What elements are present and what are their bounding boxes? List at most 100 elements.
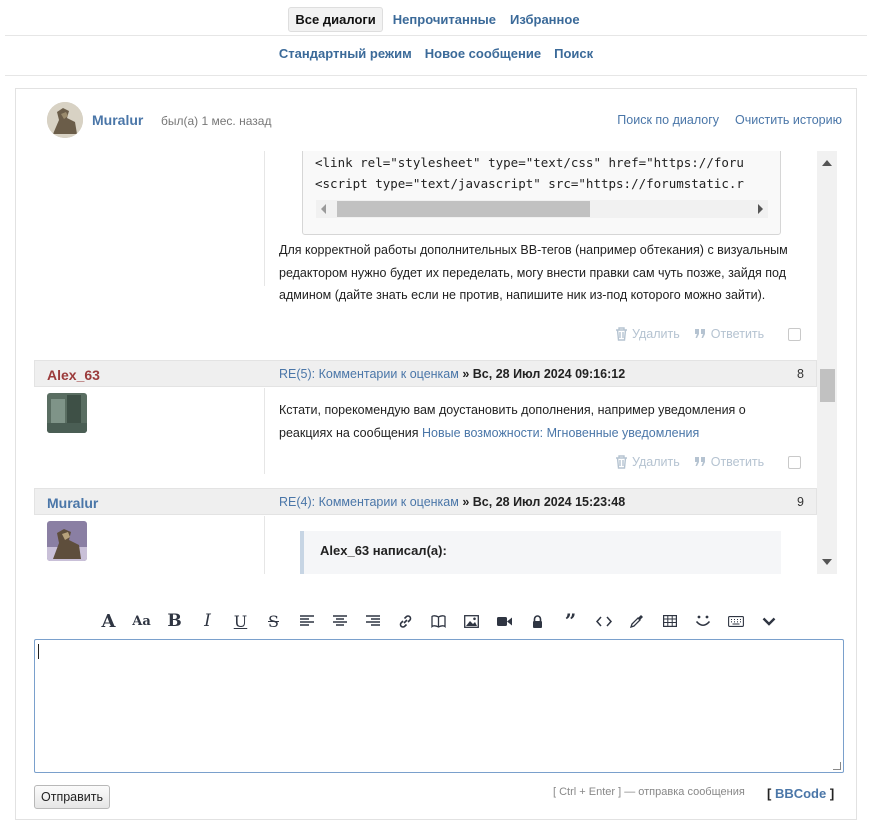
italic-icon[interactable]: I <box>191 609 224 633</box>
message-divider <box>264 151 265 286</box>
message-divider <box>264 516 265 574</box>
bbcode-label[interactable]: BBCode <box>775 786 826 801</box>
dialog-user-name[interactable]: Muralur <box>92 112 143 128</box>
code-line: <script type="text/javascript" src="http… <box>315 176 744 191</box>
author-name[interactable]: Alex_63 <box>47 367 100 383</box>
delete-label: Удалить <box>632 327 680 341</box>
reply-button[interactable]: Ответить <box>694 455 764 469</box>
new-message-link[interactable]: Новое сообщение <box>425 46 541 61</box>
search-link[interactable]: Поиск <box>554 46 593 61</box>
avatar[interactable] <box>47 102 83 138</box>
message-actions: Удалить Ответить <box>615 327 802 341</box>
delete-button[interactable]: Удалить <box>615 455 680 469</box>
align-right-icon[interactable] <box>356 609 389 633</box>
message-date: Вс, 28 Июл 2024 09:16:12 <box>472 367 626 381</box>
avatar[interactable] <box>47 521 87 561</box>
delete-button[interactable]: Удалить <box>615 327 680 341</box>
text-line: реакциях на сообщения <box>279 425 422 440</box>
color-picker-icon[interactable] <box>620 609 653 633</box>
date-separator: » <box>458 495 473 509</box>
scroll-right-icon[interactable] <box>758 204 763 214</box>
book-icon[interactable] <box>422 609 455 633</box>
messages-viewport: <link rel="stylesheet" type="text/css" h… <box>34 151 817 574</box>
image-icon[interactable] <box>455 609 488 633</box>
standard-mode-link[interactable]: Стандартный режим <box>279 46 412 61</box>
horizontal-scrollbar[interactable] <box>316 200 768 218</box>
text-caret <box>38 644 39 659</box>
code-block: <link rel="stylesheet" type="text/css" h… <box>302 151 781 235</box>
message-textarea[interactable] <box>34 639 844 773</box>
select-checkbox[interactable] <box>788 455 802 469</box>
dialog-tabs: Все диалоги Непрочитанные Избранное <box>0 5 872 33</box>
code-icon[interactable] <box>587 609 620 633</box>
bracket: [ <box>767 786 775 801</box>
resize-handle[interactable] <box>833 762 841 770</box>
align-left-icon[interactable] <box>290 609 323 633</box>
mode-links: Стандартный режим Новое сообщение Поиск <box>0 46 872 61</box>
send-hint: [ Ctrl + Enter ] — отправка сообщения <box>553 786 745 798</box>
smile-icon[interactable] <box>686 609 719 633</box>
divider <box>5 75 867 76</box>
date-separator: » <box>458 367 473 381</box>
message-number[interactable]: 8 <box>797 367 804 381</box>
vertical-scrollbar[interactable] <box>817 151 837 574</box>
strikethrough-icon[interactable]: S <box>257 609 290 633</box>
keyboard-icon[interactable] <box>719 609 752 633</box>
search-dialog-link[interactable]: Поиск по диалогу <box>617 113 719 127</box>
text-line: админом (дайте знать если не против, нап… <box>279 288 766 302</box>
subject-link[interactable]: RE(5): Комментарии к оценкам <box>279 367 459 381</box>
tab-all-dialogs[interactable]: Все диалоги <box>288 6 383 32</box>
message-text: Для корректной работы дополнительных BB-… <box>279 239 788 307</box>
font-icon[interactable]: A <box>92 609 125 633</box>
trash-icon <box>616 455 627 469</box>
scrollbar-thumb[interactable] <box>820 369 835 402</box>
text-line: редактором нужно будет их переделать, мо… <box>279 265 787 280</box>
quote-icon[interactable]: ” <box>554 609 587 633</box>
subject-link[interactable]: RE(4): Комментарии к оценкам <box>279 495 459 509</box>
quote-author: Alex_63 написал(а): <box>320 543 447 558</box>
editor-toolbar: A Aa B I U S ” <box>92 609 785 633</box>
bracket: ] <box>826 786 835 801</box>
scroll-left-icon[interactable] <box>321 204 326 214</box>
trash-icon <box>616 327 627 341</box>
scroll-down-icon[interactable] <box>822 559 832 565</box>
quote-mark-icon <box>694 329 705 338</box>
video-icon[interactable] <box>488 609 521 633</box>
table-icon[interactable] <box>653 609 686 633</box>
quote-mark-icon <box>694 457 705 466</box>
message-header: Alex_63 RE(5): Комментарии к оценкам » В… <box>34 360 817 387</box>
text-line: Для корректной работы дополнительных BB-… <box>279 243 788 257</box>
underline-icon[interactable]: U <box>224 609 257 633</box>
select-checkbox[interactable] <box>788 327 802 341</box>
message-header: Muralur RE(4): Комментарии к оценкам » В… <box>34 488 817 515</box>
delete-label: Удалить <box>632 455 680 469</box>
scrollbar-thumb[interactable] <box>337 201 590 217</box>
bbcode-toggle[interactable]: [ BBCode ] <box>767 786 834 801</box>
quote-block: Alex_63 написал(а): <box>300 531 781 574</box>
code-line: <link rel="stylesheet" type="text/css" h… <box>315 155 744 170</box>
send-button[interactable]: Отправить <box>34 785 110 809</box>
tab-unread[interactable]: Непрочитанные <box>389 7 500 32</box>
bold-icon[interactable]: B <box>158 609 191 633</box>
expand-icon[interactable] <box>752 609 785 633</box>
text-line: Кстати, порекомендую вам доустановить до… <box>279 403 746 417</box>
font-size-icon[interactable]: Aa <box>125 609 158 633</box>
message-divider <box>264 388 265 474</box>
reply-label: Ответить <box>710 327 765 341</box>
user-status: был(а) 1 мес. назад <box>161 114 272 128</box>
dialog-header: Muralur был(а) 1 мес. назад Поиск по диа… <box>16 89 856 151</box>
reply-button[interactable]: Ответить <box>694 327 764 341</box>
reply-label: Ответить <box>710 455 765 469</box>
lock-icon[interactable] <box>521 609 554 633</box>
avatar[interactable] <box>47 393 87 433</box>
tab-favorites[interactable]: Избранное <box>506 7 584 32</box>
align-center-icon[interactable] <box>323 609 356 633</box>
message-text: Кстати, порекомендую вам доустановить до… <box>279 399 746 444</box>
message-number[interactable]: 9 <box>797 495 804 509</box>
divider <box>5 35 867 36</box>
clear-history-link[interactable]: Очистить историю <box>735 113 842 127</box>
author-name[interactable]: Muralur <box>47 495 98 511</box>
scroll-up-icon[interactable] <box>822 160 832 166</box>
link-icon[interactable] <box>389 609 422 633</box>
addon-link[interactable]: Новые возможности: Мгновенные уведомлени… <box>422 426 699 440</box>
